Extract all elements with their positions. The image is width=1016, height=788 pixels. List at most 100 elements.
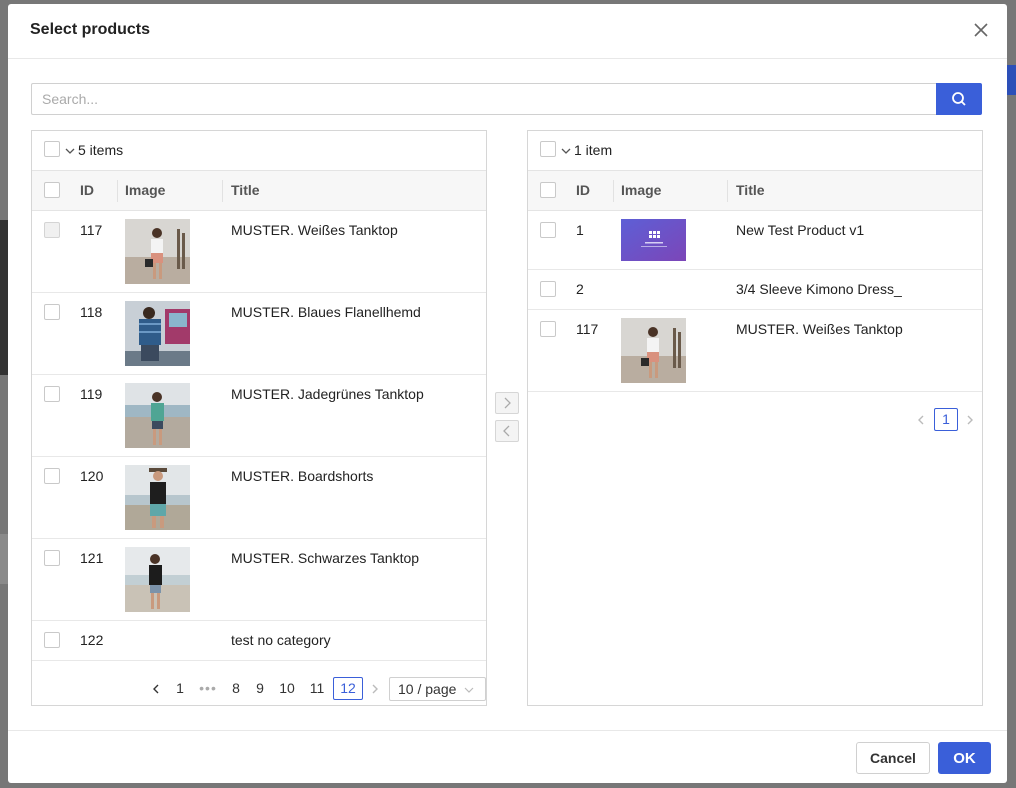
move-left-button[interactable] [495, 420, 519, 442]
product-thumbnail [621, 318, 686, 383]
page-9[interactable]: 9 [252, 680, 268, 696]
chevron-right-icon [504, 397, 511, 409]
table-header: ID Image Title [32, 171, 486, 211]
row-checkbox[interactable] [44, 304, 60, 320]
column-divider [222, 180, 223, 202]
row-checkbox[interactable] [44, 550, 60, 566]
select-all-checkbox[interactable] [540, 141, 556, 157]
panel-header: 5 items [32, 131, 486, 171]
column-image: Image [621, 182, 662, 198]
row-id: 117 [80, 222, 103, 238]
row-id: 119 [80, 386, 103, 402]
search-icon [952, 92, 966, 106]
row-checkbox[interactable] [44, 468, 60, 484]
column-divider [727, 180, 728, 202]
table-header: ID Image Title [528, 171, 982, 211]
column-divider [613, 180, 614, 202]
chevron-down-icon [464, 687, 474, 693]
row-checkbox[interactable] [540, 321, 556, 337]
chevron-left-icon [503, 425, 510, 437]
modal-title: Select products [30, 21, 151, 38]
product-thumbnail [125, 219, 190, 284]
column-image: Image [125, 182, 166, 198]
page-10[interactable]: 10 [276, 680, 298, 696]
select-products-modal: Select products 5 items ID [8, 4, 1007, 783]
row-checkbox[interactable] [44, 386, 60, 402]
product-thumbnail [125, 465, 190, 530]
row-id: 121 [80, 550, 104, 566]
row-title: MUSTER. Blaues Flanellhemd [231, 304, 421, 320]
row-title: MUSTER. Jadegrünes Tanktop [231, 386, 424, 402]
table-row[interactable]: 122 test no category [32, 621, 486, 661]
prev-page-button[interactable] [150, 683, 162, 695]
row-checkbox[interactable] [44, 222, 60, 238]
header-checkbox[interactable] [44, 182, 60, 198]
row-id: 117 [576, 321, 599, 337]
move-right-button[interactable] [495, 392, 519, 414]
row-id: 122 [80, 632, 104, 648]
page-size-value: 10 / page [398, 681, 457, 697]
search-bar [31, 83, 982, 115]
page-ellipsis[interactable]: ••• [196, 680, 220, 696]
cancel-button[interactable]: Cancel [856, 742, 930, 774]
table-row[interactable]: 118 MUSTER. Blaues Flanellhemd [32, 293, 486, 375]
row-checkbox[interactable] [540, 222, 556, 238]
row-checkbox[interactable] [44, 632, 60, 648]
row-title: New Test Product v1 [736, 222, 865, 238]
table-row[interactable]: 1 New Test Product v1 [528, 211, 982, 270]
column-id: ID [576, 182, 590, 198]
page-11[interactable]: 11 [306, 680, 328, 696]
next-page-button[interactable] [964, 414, 976, 426]
page-12-current[interactable]: 12 [333, 677, 363, 700]
page-1[interactable]: 1 [172, 680, 188, 696]
close-button[interactable] [969, 18, 993, 42]
row-id: 120 [80, 468, 104, 484]
pagination: 1 [528, 408, 984, 432]
table-row[interactable]: 120 MUSTER. Boardshorts [32, 457, 486, 539]
row-title: 3/4 Sleeve Kimono Dress_ [736, 281, 902, 297]
prev-page-button[interactable] [915, 414, 927, 426]
ok-button[interactable]: OK [938, 742, 991, 774]
column-divider [117, 180, 118, 202]
row-title: MUSTER. Boardshorts [231, 468, 374, 484]
backdrop-dark-block [0, 220, 8, 375]
select-all-checkbox[interactable] [44, 141, 60, 157]
row-id: 1 [576, 222, 584, 238]
product-thumbnail [621, 219, 686, 261]
table-row[interactable]: 119 MUSTER. Jadegrünes Tanktop [32, 375, 486, 457]
table-row[interactable]: 121 MUSTER. Schwarzes Tanktop [32, 539, 486, 621]
column-title: Title [231, 182, 260, 198]
item-count: 5 items [78, 142, 124, 158]
search-input[interactable] [31, 83, 937, 115]
modal-footer: Cancel OK [8, 730, 1007, 783]
modal-header: Select products [8, 4, 1007, 59]
row-checkbox[interactable] [540, 281, 556, 297]
available-products-panel: 5 items ID Image Title 117 MUSTER. Weiße… [31, 130, 487, 706]
item-count: 1 item [574, 142, 613, 158]
backdrop-bar [0, 534, 8, 584]
chevron-down-icon[interactable] [560, 145, 572, 157]
row-title: test no category [231, 632, 331, 648]
page-size-select[interactable]: 10 / page [389, 677, 486, 701]
search-button[interactable] [936, 83, 982, 115]
header-checkbox[interactable] [540, 182, 556, 198]
row-title: MUSTER. Weißes Tanktop [736, 321, 903, 337]
column-title: Title [736, 182, 765, 198]
table-row[interactable]: 2 3/4 Sleeve Kimono Dress_ [528, 270, 982, 310]
row-id: 2 [576, 281, 584, 297]
page-8[interactable]: 8 [228, 680, 244, 696]
row-title: MUSTER. Weißes Tanktop [231, 222, 398, 238]
table-row[interactable]: 117 MUSTER. Weißes Tanktop [32, 211, 486, 293]
product-thumbnail [125, 383, 190, 448]
table-row[interactable]: 117 MUSTER. Weißes Tanktop [528, 310, 982, 392]
selected-products-panel: 1 item ID Image Title 1 New Test Product… [527, 130, 983, 706]
row-id: 118 [80, 304, 103, 320]
product-thumbnail [125, 547, 190, 612]
row-title: MUSTER. Schwarzes Tanktop [231, 550, 420, 566]
next-page-button[interactable] [369, 683, 381, 695]
page-1-current[interactable]: 1 [934, 408, 958, 431]
pagination: 1 ••• 8 9 10 11 12 10 / page [32, 677, 488, 701]
chevron-down-icon[interactable] [64, 145, 76, 157]
backdrop-blue-block [1007, 65, 1016, 95]
product-thumbnail [125, 301, 190, 366]
